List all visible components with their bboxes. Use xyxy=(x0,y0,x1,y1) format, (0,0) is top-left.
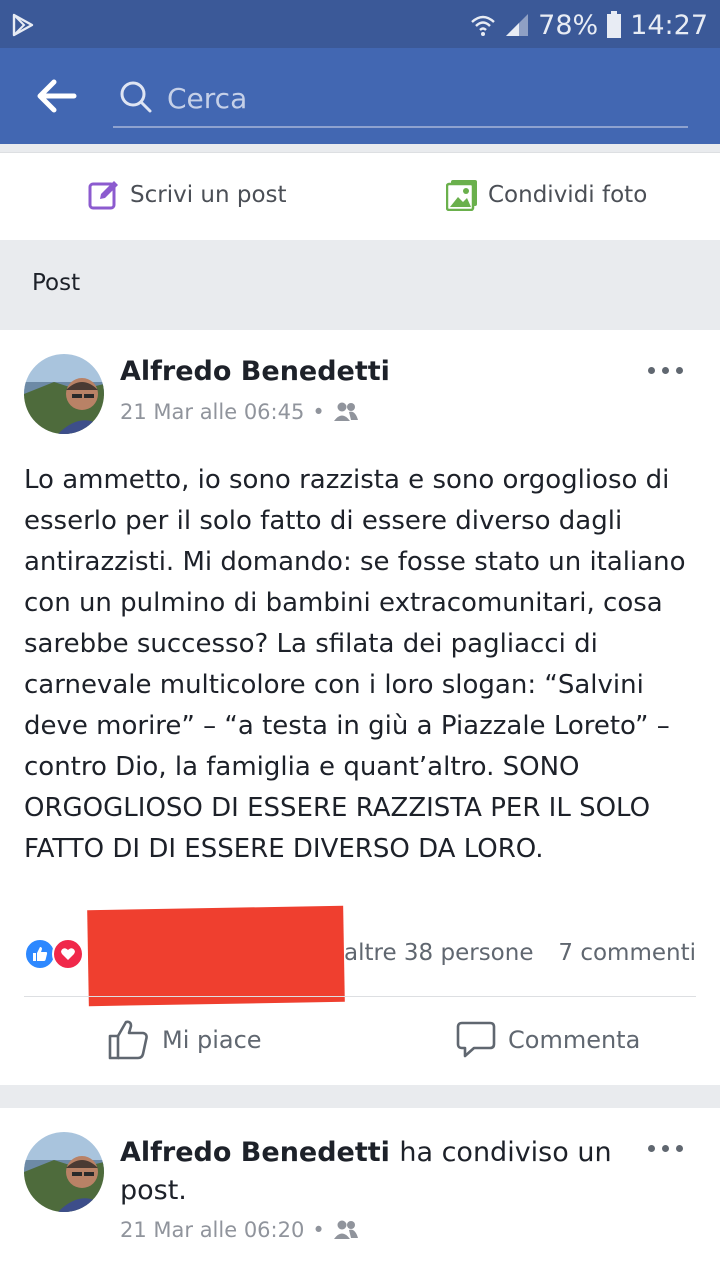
more-options-icon[interactable] xyxy=(648,1142,684,1154)
section-title: Post xyxy=(32,270,81,296)
post-meta: 21 Mar alle 06:45 • xyxy=(120,400,359,424)
write-post-button[interactable]: Scrivi un post xyxy=(88,179,287,211)
edit-icon xyxy=(88,181,118,210)
clock: 14:27 xyxy=(630,9,708,41)
battery-percent: 78% xyxy=(538,9,599,41)
comment-label: Commenta xyxy=(508,1026,641,1054)
love-reaction-icon xyxy=(52,938,84,970)
like-button[interactable]: Mi piace xyxy=(108,1020,262,1060)
thumbs-up-icon xyxy=(108,1020,148,1060)
comment-button[interactable]: Commenta xyxy=(456,1020,640,1060)
composer-bar: Scrivi un post Condividi foto xyxy=(0,152,720,240)
divider xyxy=(24,996,696,997)
reaction-icons xyxy=(24,938,84,970)
status-icons: 78% 14:27 xyxy=(470,8,708,42)
back-arrow-icon[interactable] xyxy=(34,76,78,116)
comment-icon xyxy=(456,1021,496,1058)
search-header xyxy=(0,48,720,144)
like-label: Mi piace xyxy=(162,1026,262,1054)
search-input[interactable] xyxy=(167,76,667,120)
reactions-bar[interactable]: altre 38 persone 7 commenti xyxy=(24,905,696,1007)
post-card: Alfredo Benedetti ha condiviso un post. … xyxy=(0,1108,720,1280)
wifi-icon xyxy=(471,15,495,36)
post-actions: Mi piace Commenta xyxy=(0,998,720,1085)
status-bar: 78% 14:27 xyxy=(0,0,720,48)
photo-icon xyxy=(446,180,477,211)
post-timestamp[interactable]: 21 Mar alle 06:20 xyxy=(120,1218,304,1242)
share-photo-label: Condividi foto xyxy=(488,182,648,208)
more-options-icon[interactable] xyxy=(648,364,684,376)
post-author[interactable]: Alfredo Benedetti xyxy=(120,356,390,387)
avatar[interactable] xyxy=(24,1132,104,1212)
comments-count[interactable]: 7 commenti xyxy=(558,940,696,966)
reactions-count: altre 38 persone xyxy=(344,940,534,966)
post-timestamp[interactable]: 21 Mar alle 06:45 xyxy=(120,400,304,424)
post-card: Alfredo Benedetti 21 Mar alle 06:45 • Lo… xyxy=(0,330,720,1085)
app-screen: 78% 14:27 Scrivi un p xyxy=(0,0,720,1280)
section-header: Post xyxy=(0,240,720,328)
meta-separator: • xyxy=(312,1218,325,1242)
post-meta: 21 Mar alle 06:20 • xyxy=(120,1218,359,1242)
post-header-text: Alfredo Benedetti ha condiviso un post. xyxy=(120,1134,620,1210)
battery-icon xyxy=(607,11,622,38)
write-post-label: Scrivi un post xyxy=(130,182,287,208)
meta-separator: • xyxy=(312,400,325,424)
friends-icon xyxy=(333,1220,358,1239)
post-body: Lo ammetto, io sono razzista e sono orgo… xyxy=(24,465,686,864)
post-author[interactable]: Alfredo Benedetti xyxy=(120,1137,390,1168)
share-photo-button[interactable]: Condividi foto xyxy=(446,179,647,211)
search-field[interactable] xyxy=(113,70,688,128)
redaction-mark xyxy=(87,905,345,1007)
search-icon xyxy=(120,81,152,113)
friends-icon xyxy=(333,402,358,421)
signal-icon xyxy=(506,14,529,36)
avatar[interactable] xyxy=(24,354,104,434)
play-store-icon xyxy=(12,13,34,37)
